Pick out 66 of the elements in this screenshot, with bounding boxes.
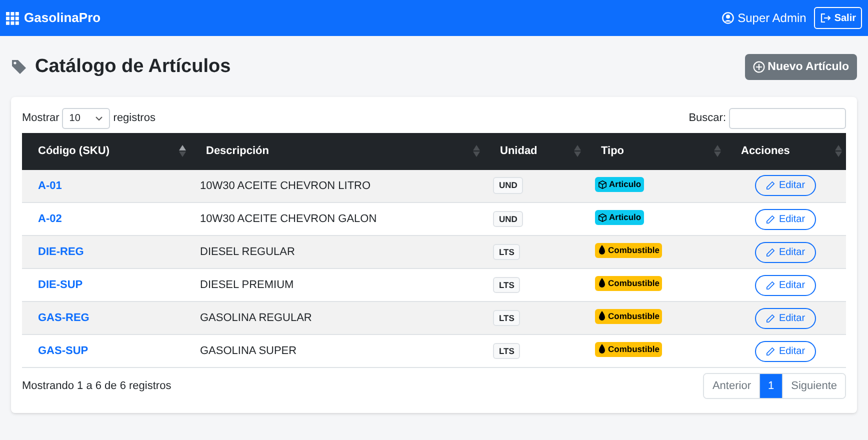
drop-icon — [598, 245, 606, 256]
pencil-icon — [766, 214, 775, 224]
description-cell: 10W30 ACEITE CHEVRON GALON — [200, 212, 377, 225]
pencil-icon — [766, 314, 775, 322]
drop-icon — [598, 311, 606, 322]
user-name[interactable]: Super Admin — [738, 9, 806, 27]
type-badge: Combustible — [595, 342, 662, 357]
chevron-down-icon — [95, 116, 104, 120]
pencil-icon — [766, 181, 775, 190]
table-info: Mostrando 1 a 6 de 6 registros — [22, 378, 172, 394]
sku-link[interactable]: DIE-REG — [38, 246, 84, 258]
description-cell: DIESEL REGULAR — [200, 246, 295, 258]
page-size-select[interactable]: 10 — [62, 108, 110, 128]
drop-icon — [598, 344, 606, 354]
sku-link[interactable]: DIE-SUP — [38, 278, 83, 291]
pencil-icon — [766, 346, 775, 356]
box-icon — [598, 213, 607, 222]
box-icon — [598, 180, 607, 189]
description-cell: GASOLINA REGULAR — [200, 312, 312, 324]
sku-link[interactable]: A-01 — [38, 180, 62, 192]
type-badge: Articulo — [595, 177, 644, 192]
show-label: Mostrar — [22, 110, 60, 126]
pencil-icon — [766, 280, 775, 290]
edit-button[interactable]: Editar — [754, 274, 816, 296]
description-cell: GASOLINA SUPER — [200, 344, 297, 357]
user-icon — [722, 12, 734, 24]
new-item-button[interactable]: Nuevo Artículo — [744, 54, 857, 80]
edit-button[interactable]: Editar — [754, 308, 816, 328]
unit-badge: LTS — [493, 276, 520, 294]
logout-icon — [820, 13, 832, 23]
edit-button[interactable]: Editar — [754, 175, 816, 196]
column-header[interactable]: Unidad — [500, 144, 538, 157]
edit-button[interactable]: Editar — [754, 340, 816, 362]
page-button[interactable]: Siguiente — [782, 374, 845, 398]
unit-badge: LTS — [493, 310, 520, 326]
logout-button[interactable]: Salir — [814, 7, 862, 29]
unit-badge: UND — [493, 210, 524, 228]
page-title: Catálogo de Artículos — [35, 55, 231, 79]
edit-button[interactable]: Editar — [754, 242, 816, 262]
type-badge: Combustible — [595, 276, 662, 291]
unit-badge: LTS — [493, 244, 520, 260]
column-header[interactable]: Acciones — [741, 144, 790, 157]
brand-name[interactable]: GasolinaPro — [24, 8, 101, 28]
page-button[interactable]: 1 — [759, 374, 782, 398]
description-cell: 10W30 ACEITE CHEVRON LITRO — [200, 180, 371, 192]
type-badge: Combustible — [595, 243, 662, 258]
search-label: Buscar: — [688, 110, 726, 126]
type-badge: Combustible — [595, 309, 662, 324]
plus-circle-icon — [752, 61, 765, 74]
search-field[interactable] — [729, 108, 846, 128]
sort-icon[interactable] — [179, 144, 186, 156]
description-cell: DIESEL PREMIUM — [200, 278, 294, 291]
records-label: registros — [113, 110, 156, 126]
pencil-icon — [766, 248, 775, 256]
column-header[interactable]: Código (SKU) — [38, 144, 110, 157]
column-header[interactable]: Tipo — [601, 144, 624, 157]
drop-icon — [598, 278, 606, 288]
sku-link[interactable]: GAS-REG — [38, 312, 90, 324]
unit-badge: LTS — [493, 342, 520, 360]
column-header[interactable]: Descripción — [206, 144, 269, 157]
grid-icon — [6, 12, 19, 24]
unit-badge: UND — [493, 177, 524, 194]
sku-link[interactable]: GAS-SUP — [38, 344, 88, 357]
type-badge: Articulo — [595, 210, 644, 226]
edit-button[interactable]: Editar — [754, 208, 816, 230]
sku-link[interactable]: A-02 — [38, 212, 62, 225]
